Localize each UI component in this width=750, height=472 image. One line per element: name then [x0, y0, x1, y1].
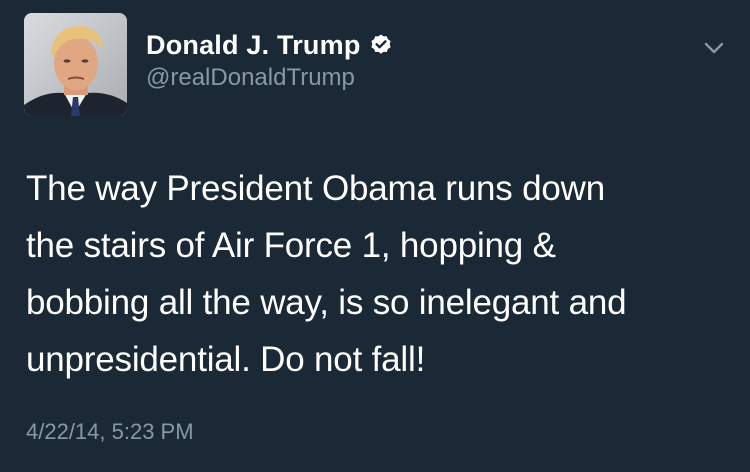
- tweet-text-line: unpresidential. Do not fall!: [26, 340, 426, 379]
- tweet-text-line: the stairs of Air Force 1, hopping &: [26, 226, 556, 265]
- tweet-timestamp[interactable]: 4/22/14, 5:23 PM: [26, 419, 194, 445]
- author-handle[interactable]: @realDonaldTrump: [146, 64, 355, 92]
- tweet-text-line: bobbing all the way, is so inelegant and: [26, 283, 627, 322]
- avatar[interactable]: [24, 13, 127, 116]
- tweet-card: Donald J. Trump @realDonaldTrump The way…: [0, 0, 750, 472]
- verified-badge-icon: [369, 33, 393, 57]
- author-name-row[interactable]: Donald J. Trump: [146, 27, 393, 63]
- profile-photo-icon: [24, 13, 127, 116]
- tweet-text-line: The way President Obama runs down: [26, 169, 605, 208]
- chevron-down-icon[interactable]: [702, 36, 726, 60]
- author-display-name[interactable]: Donald J. Trump: [146, 30, 361, 61]
- tweet-text: The way President Obama runs down the st…: [26, 160, 738, 388]
